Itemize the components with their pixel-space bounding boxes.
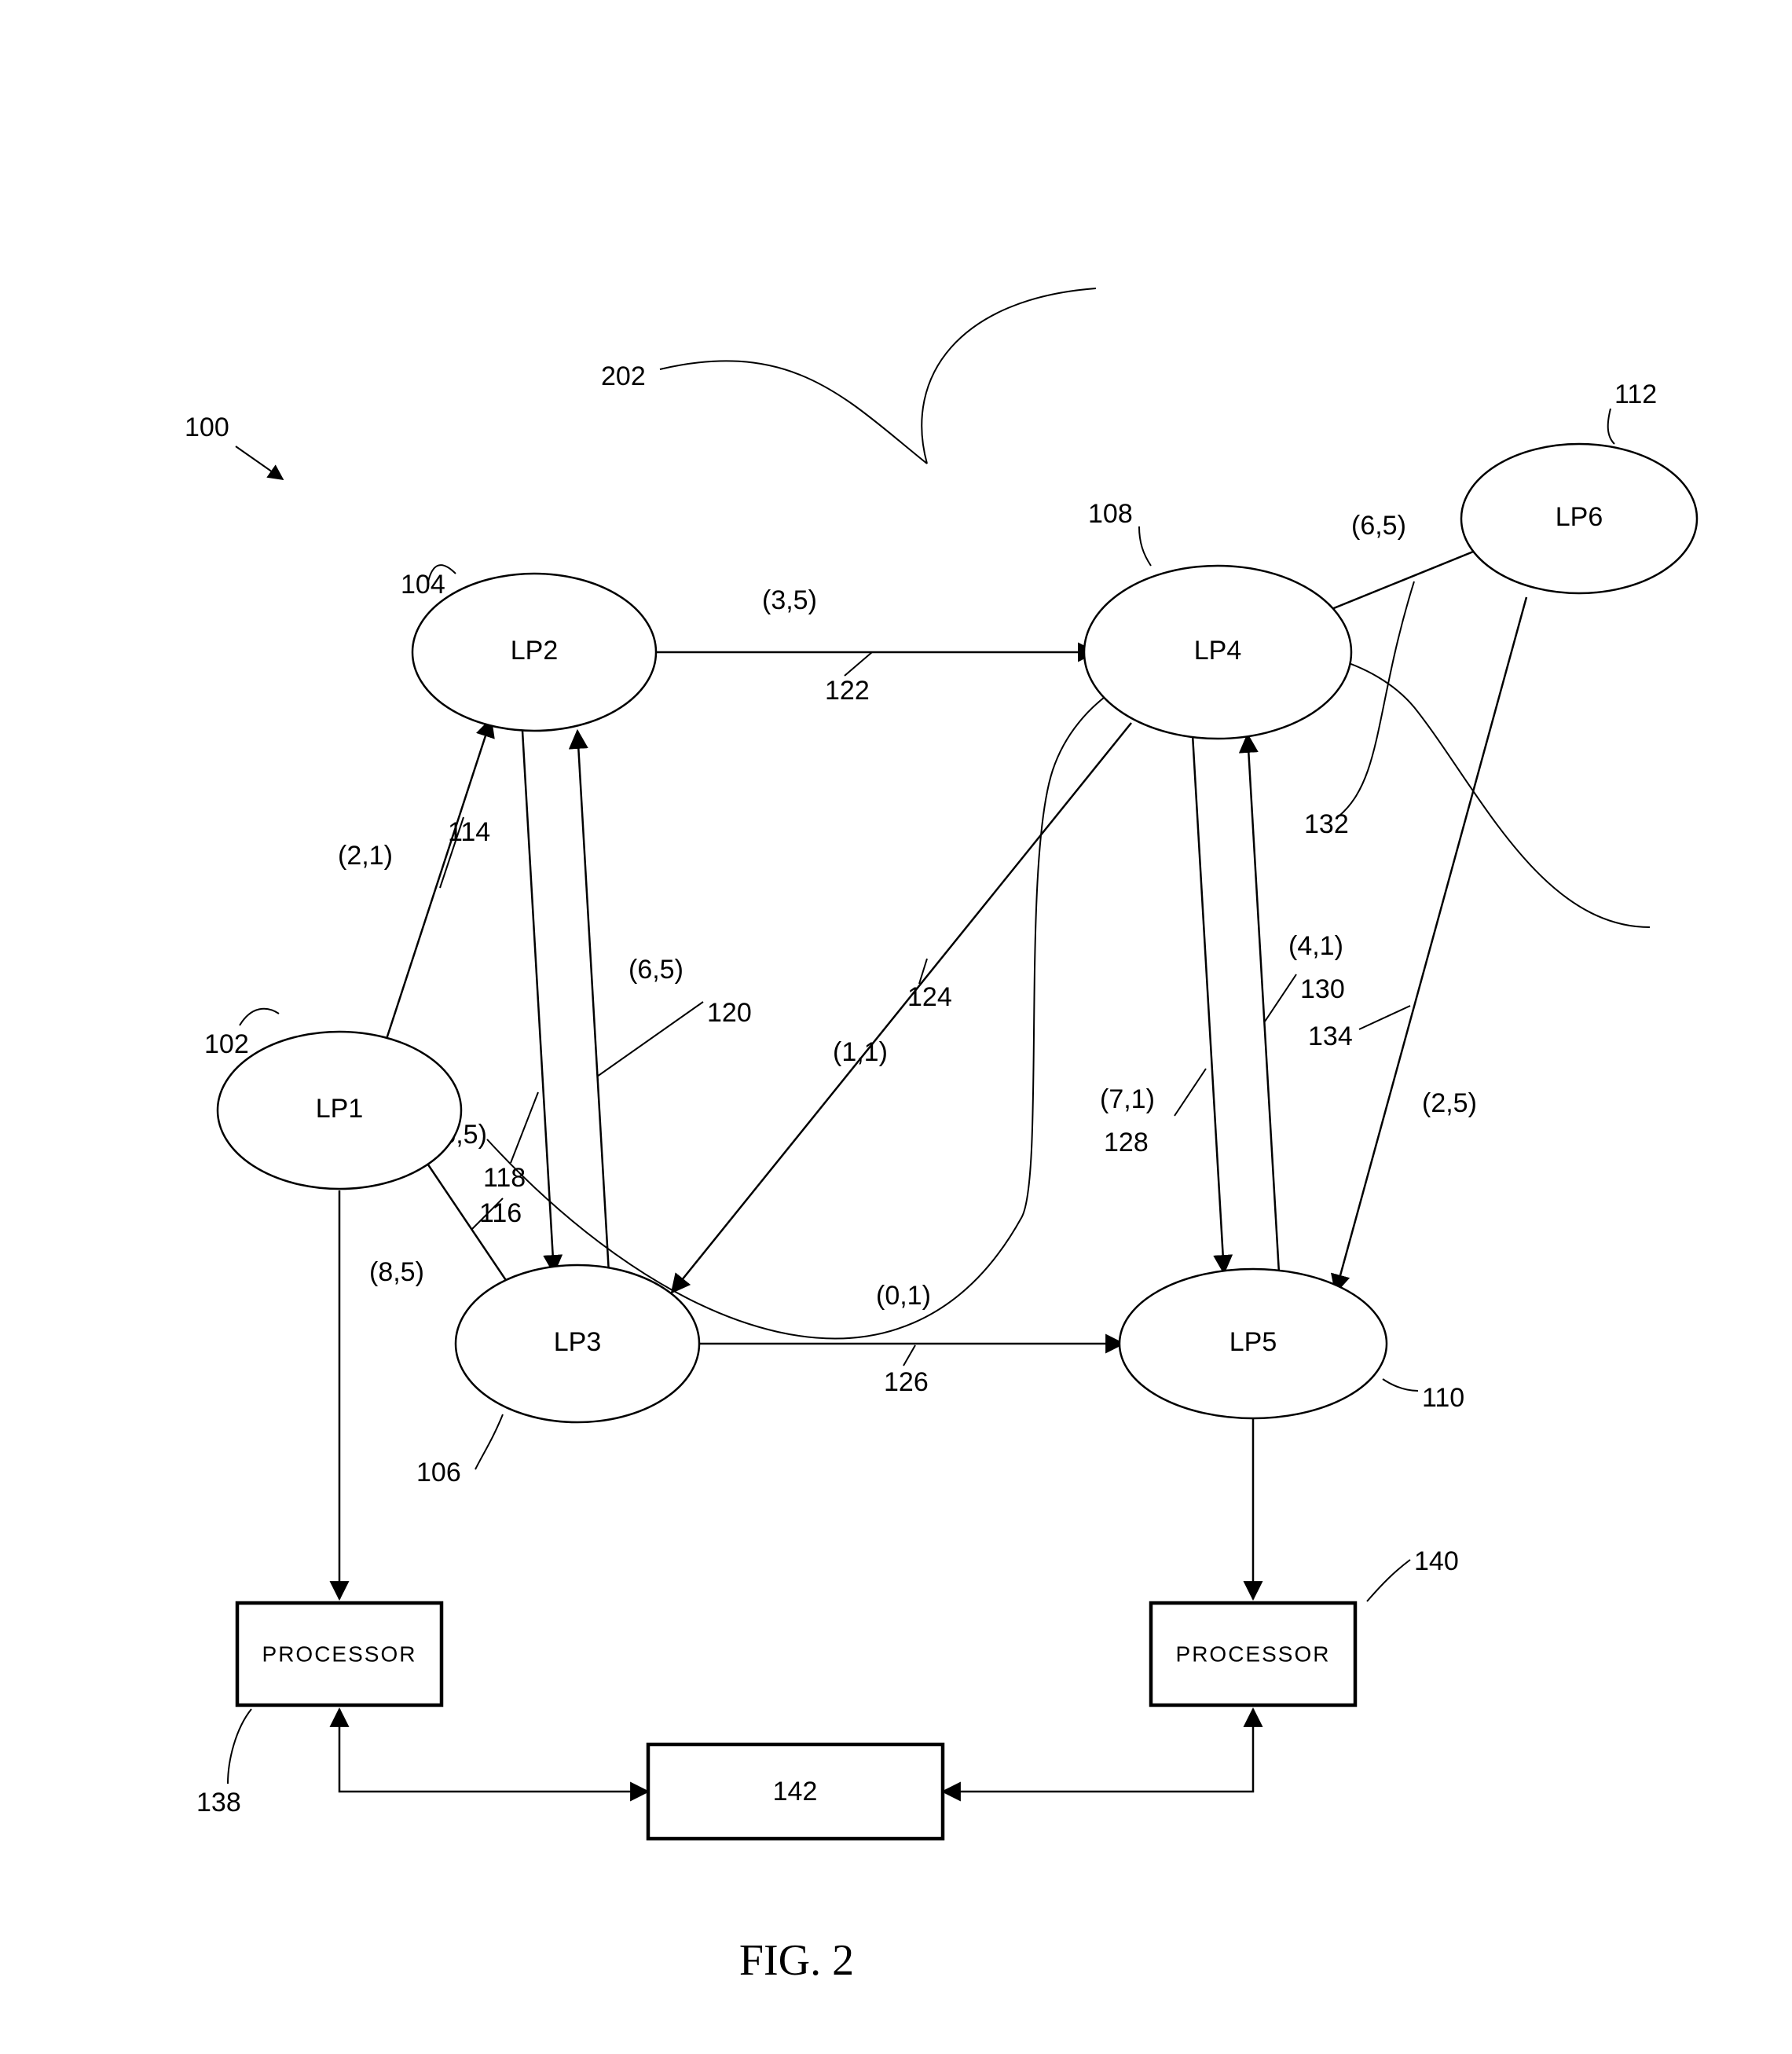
figure-label: FIG. 2: [739, 1936, 854, 1985]
edge-126-weight: (0,1): [876, 1281, 931, 1311]
edge-124-ref: 124: [907, 982, 952, 1012]
processor-right-label: PROCESSOR: [1176, 1641, 1331, 1666]
processor-right-ref: 140: [1414, 1546, 1459, 1576]
lp2-label: LP2: [511, 636, 559, 666]
edge-124-weight: (1,1): [833, 1037, 888, 1067]
ref-202-label: 202: [601, 361, 646, 391]
edge-118-ref: 118: [483, 1163, 526, 1193]
system-ref: 100: [185, 413, 283, 479]
edge-114: (2,1) 114: [338, 719, 491, 1073]
node-lp5: LP5 110: [1120, 1269, 1464, 1418]
processor-left-label: PROCESSOR: [262, 1641, 417, 1666]
lp2-ref: 104: [401, 570, 445, 600]
edge-122-ref: 122: [825, 676, 870, 706]
edge-procL-net: [339, 1709, 648, 1792]
lp3-label: LP3: [554, 1327, 602, 1357]
lp1-ref: 102: [204, 1029, 249, 1059]
edge-114-ref: 114: [448, 817, 490, 847]
edge-118: (5,5) 118: [432, 731, 554, 1273]
edge-132-weight: (6,5): [1351, 511, 1406, 541]
edge-122-weight: (3,5): [762, 585, 817, 615]
edge-120-ref: 120: [707, 998, 752, 1028]
edge-120: (6,5) 120: [577, 731, 752, 1273]
edge-134-weight: (2,5): [1422, 1088, 1477, 1118]
lp5-label: LP5: [1229, 1327, 1277, 1357]
node-lp1: LP1 102: [204, 1009, 461, 1189]
processor-left: PROCESSOR 138: [196, 1603, 442, 1817]
lp4-ref: 108: [1088, 499, 1133, 529]
net-box: 142: [648, 1744, 943, 1839]
edge-130-weight: (4,1): [1288, 931, 1343, 961]
node-lp3: LP3 106: [416, 1265, 699, 1487]
lp6-label: LP6: [1556, 502, 1603, 532]
edge-126-ref: 126: [884, 1367, 929, 1397]
lp6-ref: 112: [1614, 380, 1657, 409]
edge-130-ref: 130: [1300, 974, 1345, 1004]
lp5-ref: 110: [1422, 1383, 1464, 1413]
edge-120-weight: (6,5): [628, 955, 683, 985]
node-lp4: LP4 108: [1084, 499, 1351, 739]
lp1-label: LP1: [316, 1094, 364, 1124]
edge-116-ref: 116: [479, 1198, 522, 1228]
cluster-boundary: 202: [487, 288, 1650, 1338]
node-lp2: LP2 104: [401, 565, 656, 731]
edge-134-ref: 134: [1308, 1021, 1353, 1051]
ref-100-label: 100: [185, 413, 229, 442]
node-lp6: LP6 112: [1461, 380, 1697, 593]
edge-128-weight: (7,1): [1100, 1084, 1155, 1114]
lp4-label: LP4: [1194, 636, 1242, 666]
figure: 100 202 (2,1) 114 (8,5) 116 (5,5) 118 (6…: [0, 0, 1792, 2054]
edge-procR-net: [943, 1709, 1253, 1792]
edge-114-weight: (2,1): [338, 841, 393, 871]
processor-left-ref: 138: [196, 1788, 241, 1817]
edge-128: (7,1) 128: [1100, 735, 1224, 1273]
processor-right: PROCESSOR 140: [1151, 1546, 1459, 1705]
edge-126: (0,1) 126: [698, 1281, 1123, 1397]
edge-122: (3,5) 122: [652, 585, 1096, 706]
lp3-ref: 106: [416, 1458, 461, 1487]
edge-128-ref: 128: [1104, 1128, 1149, 1157]
edge-116-weight: (8,5): [369, 1257, 424, 1287]
net-box-label: 142: [773, 1777, 818, 1806]
